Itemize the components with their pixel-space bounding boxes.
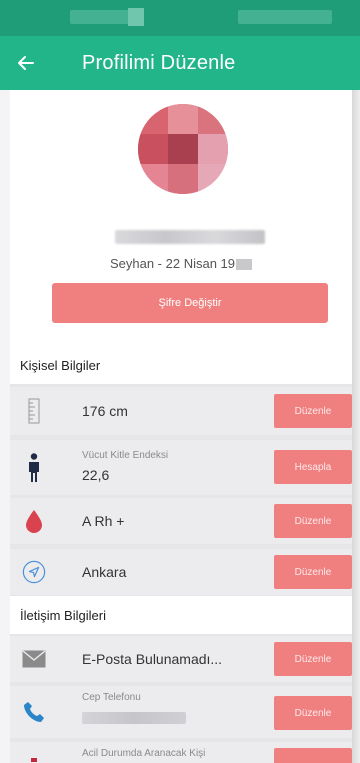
edit-city-button[interactable]: Düzenle [274,555,352,589]
change-password-button[interactable]: Şifre Değiştir [52,283,328,323]
avatar-image [138,104,228,194]
profile-name-redacted [115,230,265,244]
calculate-bmi-button[interactable]: Hesapla [274,450,352,484]
profile-card: Seyhan - 22 Nisan 19 Şifre Değiştir [10,90,352,346]
phone-icon [22,686,46,738]
row-blood-type: A Rh + Düzenle [10,498,352,544]
left-gutter [0,90,10,763]
birth-text: Seyhan - 22 Nisan 19 [109,256,236,271]
blood-type-value: A Rh + [82,513,125,529]
right-gutter [352,90,360,763]
status-bar-blur [238,10,332,24]
row-emergency-contact: Acil Durumda Aranacak Kişi [10,742,352,763]
bmi-label: Vücut Kitle Endeksi [82,450,169,461]
edit-emergency-button[interactable] [274,748,352,763]
city-value: Ankara [82,564,127,580]
back-button[interactable] [0,36,52,90]
birth-year-redacted [236,259,253,271]
blood-drop-icon [22,498,46,544]
section-contact: İletişim Bilgileri [10,596,352,634]
edit-email-button[interactable]: Düzenle [274,642,352,676]
row-city: Ankara Düzenle [10,549,352,595]
emergency-label: Acil Durumda Aranacak Kişi [82,748,206,759]
arrow-left-icon [18,56,34,70]
phone-label: Cep Telefonu [82,692,141,703]
avatar[interactable] [138,104,228,194]
mail-icon [22,636,46,682]
phone-number-redacted [82,712,186,724]
app-bar: Profilimi Düzenle [0,36,360,90]
ruler-icon [22,387,46,435]
location-arrow-icon [22,549,46,595]
status-icon [128,8,144,26]
row-height: 176 cm Düzenle [10,387,352,435]
height-value: 176 cm [82,403,128,419]
email-value: E-Posta Bulunamadı... [82,651,223,667]
page-title: Profilimi Düzenle [82,51,236,74]
bmi-value: 22,6 [82,467,110,483]
emergency-icon [22,742,46,763]
edit-phone-button[interactable]: Düzenle [274,696,352,730]
row-bmi: Vücut Kitle Endeksi 22,6 Hesapla [10,440,352,495]
row-email: E-Posta Bulunamadı... Düzenle [10,636,352,682]
row-phone: Cep Telefonu Düzenle [10,686,352,738]
screen: Profilimi Düzenle Seyhan - 22 Nisan 19 Ş… [0,0,360,763]
status-bar [0,0,360,36]
person-icon [22,440,46,495]
birth-info: Seyhan - 22 Nisan 19 [10,256,352,271]
section-personal: Kişisel Bilgiler [10,346,352,384]
edit-height-button[interactable]: Düzenle [274,394,352,428]
edit-blood-type-button[interactable]: Düzenle [274,504,352,538]
